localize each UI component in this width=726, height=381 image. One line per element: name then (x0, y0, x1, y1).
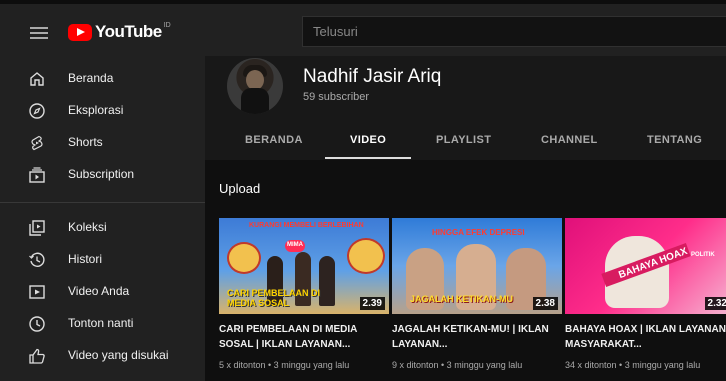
speech-bubble-right (347, 238, 385, 274)
sidebar-item-label: Subscription (68, 167, 135, 181)
tab-channel[interactable]: CHANNEL (541, 134, 598, 146)
your-videos-icon (29, 285, 45, 299)
tab-playlist[interactable]: PLAYLIST (436, 134, 491, 146)
sidebar: Beranda Eksplorasi Shorts Subscription K… (0, 56, 205, 381)
video-title[interactable]: BAHAYA HOAX | IKLAN LAYANAN MASYARAKAT..… (565, 322, 726, 352)
video-thumbnail[interactable]: BAHAYA HOAX POLITIK 2.32 (565, 218, 726, 314)
sidebar-item-label: Eksplorasi (68, 103, 124, 117)
youtube-play-icon (68, 23, 92, 41)
sidebar-item-eksplorasi[interactable]: Eksplorasi (0, 96, 205, 126)
shorts-icon (31, 135, 43, 151)
active-tab-indicator (325, 157, 411, 159)
video-thumbnail[interactable]: KURANGI MEMBELI BERLEBIHAN MIMA CARI PEM… (219, 218, 389, 314)
subscriptions-icon (29, 167, 45, 183)
sidebar-item-shorts[interactable]: Shorts (0, 128, 205, 158)
subscriber-count: 59 subscriber (303, 91, 370, 103)
search-box[interactable] (302, 16, 726, 47)
thumbnail-badge-text: MIMA (287, 242, 303, 248)
video-title[interactable]: CARI PEMBELAAN DI MEDIA SOSAL | IKLAN LA… (219, 322, 389, 352)
thumbnail-top-text: HINGGA EFEK DEPRESI (432, 228, 525, 237)
video-meta: 34 x ditonton • 3 minggu yang lalu (565, 360, 701, 370)
video-meta: 5 x ditonton • 3 minggu yang lalu (219, 360, 350, 370)
sidebar-item-video-yang-disukai[interactable]: Video yang disukai (0, 341, 205, 371)
top-bar: YouTube ID (0, 0, 726, 56)
sidebar-item-label: Tonton nanti (68, 316, 134, 330)
channel-name: Nadhif Jasir Ariq (303, 66, 442, 87)
sidebar-item-label: Beranda (68, 71, 114, 85)
tab-video[interactable]: VIDEO (350, 134, 386, 146)
home-icon (30, 72, 44, 86)
country-code: ID (163, 21, 171, 29)
hamburger-menu-icon[interactable] (30, 27, 48, 39)
sidebar-item-histori[interactable]: Histori (0, 245, 205, 275)
channel-avatar[interactable] (227, 58, 283, 114)
main-content: Nadhif Jasir Ariq 59 subscriber BERANDA … (205, 56, 726, 381)
tab-tentang[interactable]: TENTANG (647, 134, 702, 146)
sidebar-item-koleksi[interactable]: Koleksi (0, 213, 205, 243)
library-icon (29, 220, 45, 236)
clock-icon (29, 316, 45, 332)
thumbnail-caption: JAGALAH KETIKAN-MU (410, 294, 513, 304)
video-card[interactable]: HINGGA EFEK DEPRESI JAGALAH KETIKAN-MU 2… (392, 218, 562, 370)
thumbs-up-icon (29, 348, 45, 364)
sidebar-item-video-anda[interactable]: Video Anda (0, 277, 205, 307)
search-input[interactable] (311, 23, 715, 40)
sidebar-divider (0, 202, 205, 203)
tab-beranda[interactable]: BERANDA (245, 134, 303, 146)
sidebar-item-tonton-nanti[interactable]: Tonton nanti (0, 309, 205, 339)
thumbnail-caption: CARI PEMBELAAN DI MEDIA SOSAL (227, 288, 321, 308)
compass-icon (29, 103, 45, 119)
video-meta: 9 x ditonton • 3 minggu yang lalu (392, 360, 523, 370)
video-thumbnail[interactable]: HINGGA EFEK DEPRESI JAGALAH KETIKAN-MU 2… (392, 218, 562, 314)
sidebar-item-label: Video yang disukai (68, 348, 169, 362)
video-duration: 2.32 (704, 297, 726, 310)
section-title: Upload (219, 181, 261, 196)
logo-text: YouTube (95, 22, 162, 41)
video-card[interactable]: BAHAYA HOAX POLITIK 2.32 BAHAYA HOAX | I… (565, 218, 726, 370)
thumbnail-tag: POLITIK (691, 252, 715, 258)
history-icon (29, 252, 45, 267)
sidebar-item-beranda[interactable]: Beranda (0, 64, 205, 94)
sidebar-item-label: Koleksi (68, 220, 107, 234)
sidebar-item-label: Video Anda (68, 284, 130, 298)
channel-tabs: BERANDA VIDEO PLAYLIST CHANNEL TENTANG (205, 126, 726, 160)
sidebar-item-label: Histori (68, 252, 103, 266)
sidebar-item-label: Shorts (68, 135, 103, 149)
speech-bubble-left (227, 242, 261, 274)
channel-header: Nadhif Jasir Ariq 59 subscriber BERANDA … (205, 56, 726, 160)
video-duration: 2.38 (532, 297, 558, 310)
video-title[interactable]: JAGALAH KETIKAN-MU! | IKLAN LAYANAN... (392, 322, 562, 352)
videos-section: Upload KURANGI MEMBELI BERLEBIHAN MIMA C… (205, 160, 726, 381)
video-duration: 2.39 (359, 297, 385, 310)
video-card[interactable]: KURANGI MEMBELI BERLEBIHAN MIMA CARI PEM… (219, 218, 389, 370)
thumbnail-top-text: KURANGI MEMBELI BERLEBIHAN (249, 222, 364, 229)
youtube-logo[interactable]: YouTube ID (68, 22, 171, 42)
sidebar-item-subscription[interactable]: Subscription (0, 160, 205, 190)
